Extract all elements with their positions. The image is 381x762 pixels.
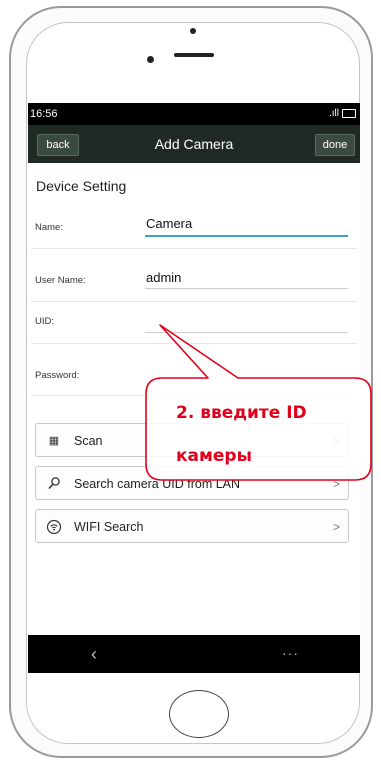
uid-input-underline [145,332,348,333]
nav-back-icon[interactable]: ‹ [91,635,97,673]
nav-menu-icon[interactable]: ··· [282,635,299,671]
name-label: Name: [35,222,63,233]
lan-search-button[interactable]: Search camera UID from LAN > [35,466,349,500]
uid-label: UID: [35,316,54,327]
user-name-input[interactable]: admin [146,270,181,285]
divider [31,248,357,249]
divider [31,343,357,344]
status-bar: 16:56 .ıll [28,103,360,125]
scan-label: Scan [74,434,103,448]
callout-line-1: 2. введите ID [176,403,307,423]
battery-icon [342,108,356,118]
user-name-input-underline [145,288,348,289]
divider [31,301,357,302]
chevron-right-icon: > [332,477,340,491]
password-label: Password: [35,370,80,381]
wifi-search-button[interactable]: WIFI Search > [35,509,349,543]
android-nav-bar: ‹ ··· [28,635,360,673]
home-button[interactable] [169,690,229,738]
callout-line-2: камеры [176,446,252,466]
wifi-icon [46,519,62,535]
earpiece-speaker [174,53,214,57]
search-icon [46,476,62,492]
status-icons: .ıll [329,103,356,125]
front-sensor [190,28,196,34]
lan-search-label: Search camera UID from LAN [74,477,241,491]
wifi-search-label: WIFI Search [74,520,144,534]
user-name-label: User Name: [35,275,86,286]
qr-scan-icon: ▦ [48,435,60,447]
chevron-right-icon: > [332,520,340,534]
title-bar: back Add Camera done [28,125,360,163]
status-time: 16:56 [30,108,58,120]
divider [31,395,357,396]
front-camera [147,56,154,63]
name-input-underline [145,235,348,237]
name-input[interactable]: Camera [146,216,192,231]
app-screen: 16:56 .ıll back Add Camera done Device S… [28,103,360,673]
signal-icon: .ıll [329,108,339,119]
done-button[interactable]: done [315,134,355,156]
chevron-right-icon: > [332,434,340,448]
section-title: Device Setting [36,178,127,194]
page-title: Add Camera [154,136,234,152]
